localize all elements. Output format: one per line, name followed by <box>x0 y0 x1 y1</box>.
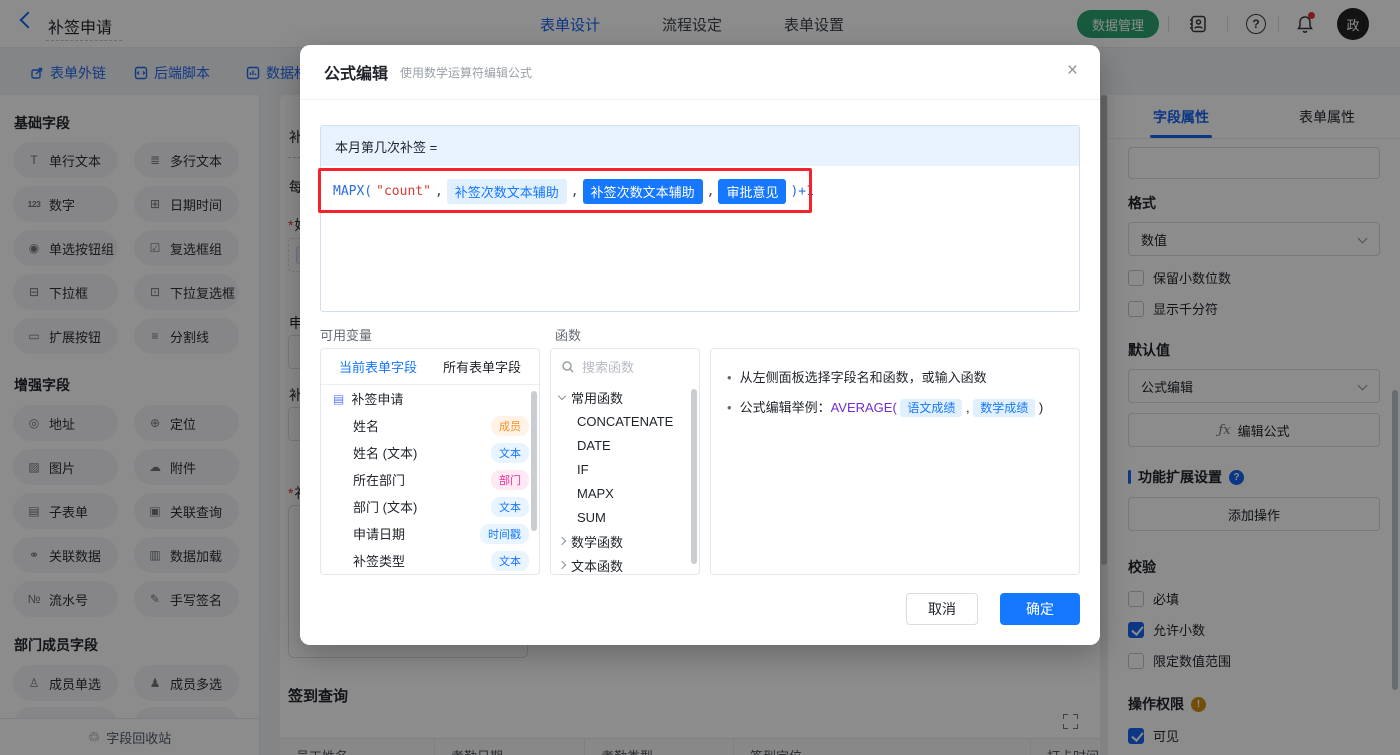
cancel-button[interactable]: 取消 <box>906 593 978 625</box>
variable-row[interactable]: 补签类型 文本 <box>321 547 539 574</box>
formula-separator: , <box>706 184 715 199</box>
variable-row[interactable]: 姓名 成员 <box>321 412 539 439</box>
help-panel: • 从左侧面板选择字段名和函数，或输入函数 • 公式编辑举例：AVERAGE( 语文… <box>710 348 1080 575</box>
variables-root-row[interactable]: ▤ 补签申请 <box>321 385 539 412</box>
function-group-common[interactable]: 常用函数 <box>551 385 699 409</box>
chevron-right-icon <box>557 560 567 570</box>
variables-scrollbar-thumb[interactable] <box>531 391 537 531</box>
example-field-chip: 语文成绩 <box>900 399 963 417</box>
search-icon <box>561 360 575 374</box>
variable-row-clipped[interactable]: 文本 <box>321 574 539 575</box>
modal-header: 公式编辑 使用数学运算符编辑公式 × <box>300 45 1100 100</box>
function-group-math[interactable]: 数学函数 <box>551 529 699 553</box>
help-line-2: • 公式编辑举例：AVERAGE( 语文成绩 , 数学成绩 ) <box>727 399 1044 417</box>
variable-row[interactable]: 部门 (文本) 文本 <box>321 493 539 520</box>
type-badge: 成员 <box>491 415 529 436</box>
variables-label: 可用变量 <box>320 328 373 343</box>
functions-panel: 常用函数 CONCATENATE DATE IF MAPX SUM 数学函数 文… <box>550 348 700 575</box>
type-badge: 文本 <box>491 496 529 517</box>
variables-panel: 当前表单字段 所有表单字段 ▤ 补签申请 姓名 成员 姓名 (文本) 文本 所在部门部… <box>320 348 540 575</box>
formula-expression[interactable]: MAPX( "count" , 补签次数文本辅助 , 补签次数文本辅助 , 审批… <box>321 166 1079 217</box>
formula-target: 本月第几次补签 = <box>321 126 1079 166</box>
type-badge: 部门 <box>491 469 529 490</box>
tab-current-form-fields[interactable]: 当前表单字段 <box>339 357 417 376</box>
example-field-chip: 数学成绩 <box>973 399 1036 417</box>
modal-footer: 取消 确定 <box>906 593 1080 625</box>
type-badge: 时间戳 <box>480 523 529 544</box>
formula-separator: , <box>570 184 579 199</box>
formula-tail: )+1 <box>790 184 814 199</box>
field-chip[interactable]: 审批意见 <box>718 179 787 204</box>
document-icon: ▤ <box>333 391 345 406</box>
app-root: 补签申请 表单设计 流程设定 表单设置 数据管理 ? 政 表单外链 后端脚本 数… <box>0 0 1400 755</box>
modal-title: 公式编辑 <box>324 66 389 83</box>
formula-separator: , <box>434 184 443 199</box>
type-badge: 文本 <box>491 442 529 463</box>
formula-function: MAPX( <box>333 184 373 199</box>
variable-row[interactable]: 所在部门 部门 <box>321 466 539 493</box>
formula-editor[interactable]: 本月第几次补签 = MAPX( "count" , 补签次数文本辅助 , 补签次… <box>320 125 1080 312</box>
formula-edit-modal: 公式编辑 使用数学运算符编辑公式 × 本月第几次补签 = MAPX( "coun… <box>300 45 1100 645</box>
function-item[interactable]: IF <box>551 457 699 481</box>
field-chip[interactable]: 补签次数文本辅助 <box>446 179 567 204</box>
function-item[interactable]: CONCATENATE <box>551 409 699 433</box>
function-item[interactable]: MAPX <box>551 481 699 505</box>
variable-row[interactable]: 姓名 (文本) 文本 <box>321 439 539 466</box>
type-badge: 文本 <box>491 550 529 571</box>
functions-scrollbar-thumb[interactable] <box>691 389 697 564</box>
modal-subtitle: 使用数学运算符编辑公式 <box>400 65 533 80</box>
variable-row[interactable]: 申请日期 时间戳 <box>321 520 539 547</box>
chevron-right-icon <box>557 536 567 546</box>
field-chip[interactable]: 补签次数文本辅助 <box>582 179 703 204</box>
formula-string-arg: "count" <box>376 184 431 199</box>
function-item[interactable]: DATE <box>551 433 699 457</box>
functions-label: 函数 <box>555 328 582 343</box>
function-group-text[interactable]: 文本函数 <box>551 553 699 574</box>
confirm-button[interactable]: 确定 <box>1000 593 1080 625</box>
help-line-1: • 从左侧面板选择字段名和函数，或输入函数 <box>727 370 987 385</box>
search-input[interactable] <box>582 359 682 375</box>
function-item[interactable]: SUM <box>551 505 699 529</box>
variables-tabs: 当前表单字段 所有表单字段 <box>321 349 539 385</box>
chevron-down-icon <box>557 391 567 400</box>
example-function: AVERAGE( <box>830 400 897 415</box>
tab-all-form-fields[interactable]: 所有表单字段 <box>443 357 521 376</box>
function-search[interactable] <box>551 349 699 385</box>
close-icon[interactable]: × <box>1067 61 1078 80</box>
